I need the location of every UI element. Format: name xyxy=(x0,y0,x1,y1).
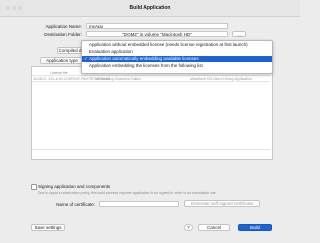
certificate-name-label: Name of certificate: xyxy=(56,202,95,207)
signing-description: Due to Apple's notarization policy, this… xyxy=(38,191,217,195)
browse-destination-button[interactable]: ... xyxy=(232,31,246,37)
compiled-tab[interactable]: Compiled d xyxy=(57,47,83,54)
menu-item-without-license[interactable]: Application without embedded license (ne… xyxy=(82,42,272,48)
help-button[interactable]: ? xyxy=(184,224,193,231)
window-title: Build Application xyxy=(129,5,171,11)
build-application-window: Build Application Application Name: myAp… xyxy=(0,0,300,243)
destination-folder-field[interactable]: "DOM2" in volume "Macintosh HD" xyxy=(86,31,228,37)
destination-folder-label: Destination Folder: xyxy=(44,32,82,37)
menu-item-evaluation[interactable]: Evaluation application xyxy=(82,49,272,55)
list-footer-divider xyxy=(32,149,270,150)
app-name-label: Application Name: xyxy=(45,24,82,29)
header-divider xyxy=(32,75,270,76)
title-bar: Build Application xyxy=(0,0,300,17)
save-settings-button[interactable]: Save settings xyxy=(31,224,65,231)
menu-item-embed-list[interactable]: Application embedding the licenses from … xyxy=(82,63,272,69)
signing-label: Signing application and components xyxy=(38,184,111,189)
signing-checkbox[interactable] xyxy=(31,184,37,190)
row-divider xyxy=(32,81,270,82)
generate-certificate-button[interactable]: Generate self-signed certificate xyxy=(184,200,260,207)
certificate-name-input[interactable] xyxy=(99,201,179,207)
checkmark-icon: ✓ xyxy=(84,56,88,61)
build-button[interactable]: Build xyxy=(238,224,272,231)
application-type-menu[interactable]: Application without embedded license (ne… xyxy=(81,40,273,74)
app-name-input[interactable]: myApp xyxy=(86,23,228,29)
cancel-button[interactable]: Cancel xyxy=(198,224,230,231)
menu-item-auto-embed[interactable]: ✓ Application automatically embedding ava… xyxy=(82,56,272,62)
application-type-tab[interactable]: Application type xyxy=(40,57,84,64)
